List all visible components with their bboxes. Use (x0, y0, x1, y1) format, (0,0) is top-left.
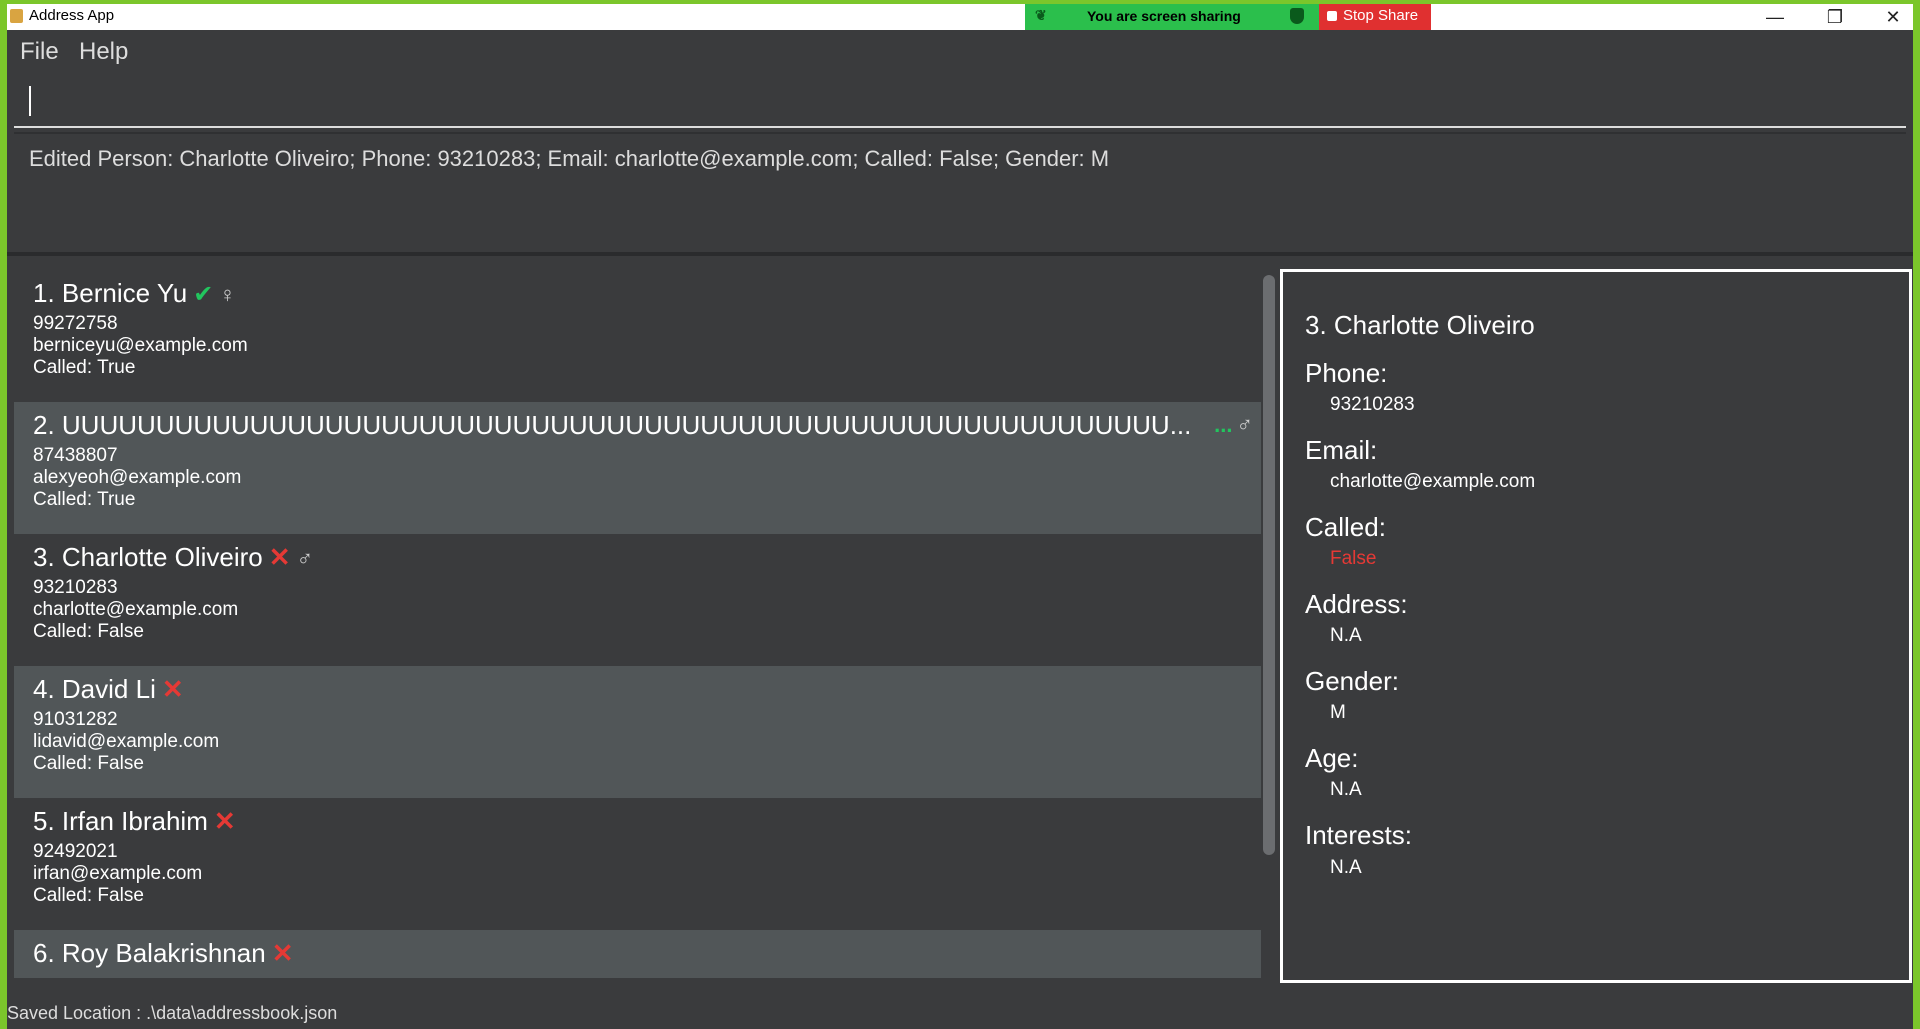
detail-gender-value: M (1330, 702, 1346, 723)
restore-icon: ❐ (1826, 7, 1844, 27)
pane-divider (7, 252, 1913, 256)
person-list[interactable]: 1. Bernice Yu ✔ ♀ 99272758 berniceyu@examp… (14, 270, 1261, 978)
not-called-cross-icon: ✕ (213, 806, 236, 836)
close-icon: ✕ (1885, 7, 1901, 27)
window-title: Address App (29, 7, 115, 24)
overflow-indicator: ... (1214, 412, 1233, 437)
detail-phone-value: 93210283 (1330, 394, 1415, 415)
screen-share-border-right (1913, 0, 1920, 1029)
stop-icon (1327, 11, 1337, 21)
person-called: Called: True (33, 357, 136, 378)
detail-called-value: False (1330, 548, 1377, 569)
male-icon: ♂ (1236, 412, 1254, 437)
person-called: Called: True (33, 489, 136, 510)
person-phone: 92492021 (33, 841, 118, 862)
person-called: Called: False (33, 621, 144, 642)
person-called: Called: False (33, 753, 144, 774)
person-email: alexyeoh@example.com (33, 467, 242, 488)
stop-share-button[interactable]: Stop Share (1319, 4, 1431, 30)
detail-interests-value: N.A (1330, 857, 1362, 878)
person-card[interactable]: 3. Charlotte Oliveiro ✕ ♂ 93210283 charlot… (14, 534, 1261, 666)
detail-title: 3. Charlotte Oliveiro (1305, 310, 1535, 340)
list-scrollbar[interactable] (1263, 275, 1275, 855)
menu-help[interactable]: Help (79, 38, 128, 66)
person-phone: 91031282 (33, 709, 118, 730)
save-location-text: Saved Location : .\data\addressbook.json (7, 1003, 338, 1023)
minimize-button[interactable]: — (1753, 4, 1797, 30)
detail-address-value: N.A (1330, 625, 1362, 646)
shield-icon (1290, 8, 1304, 24)
person-email: lidavid@example.com (33, 731, 220, 752)
detail-called-label: Called: (1305, 512, 1386, 542)
not-called-cross-icon: ✕ (271, 938, 294, 968)
screen-sharing-indicator: ❦ You are screen sharing (1025, 4, 1321, 30)
person-card[interactable]: 1. Bernice Yu ✔ ♀ 99272758 berniceyu@examp… (14, 270, 1261, 402)
person-name: 3. Charlotte Oliveiro (33, 542, 263, 572)
person-detail-panel: 3. Charlotte Oliveiro Phone: 93210283 Em… (1280, 269, 1912, 983)
text-caret (29, 86, 31, 116)
status-bar: Saved Location : .\data\addressbook.json (7, 993, 1913, 1029)
detail-age-value: N.A (1330, 779, 1362, 800)
person-phone: 87438807 (33, 445, 118, 466)
close-button[interactable]: ✕ (1871, 4, 1915, 30)
menu-bar: File Help (7, 30, 1913, 72)
detail-interests-label: Interests: (1305, 820, 1412, 850)
title-bar: Address App ❦ You are screen sharing Sto… (7, 4, 1913, 30)
person-name: 4. David Li (33, 674, 156, 704)
detail-age-label: Age: (1305, 743, 1359, 773)
person-name: 6. Roy Balakrishnan (33, 938, 266, 968)
result-text: Edited Person: Charlotte Oliveiro; Phone… (29, 146, 1110, 171)
not-called-cross-icon: ✕ (161, 674, 184, 704)
stop-share-label: Stop Share (1343, 7, 1419, 24)
restore-button[interactable]: ❐ (1813, 4, 1857, 30)
menu-file[interactable]: File (20, 38, 59, 66)
person-called: Called: False (33, 885, 144, 906)
person-name: 2. UUUUUUUUUUUUUUUUUUUUUUUUUUUUUUUUUUUUU… (33, 410, 1192, 440)
detail-email-value: charlotte@example.com (1330, 471, 1536, 492)
detail-address-label: Address: (1305, 589, 1408, 619)
detail-gender-label: Gender: (1305, 666, 1399, 696)
male-icon: ♂ (296, 546, 314, 571)
person-card[interactable]: 4. David Li ✕ 91031282 lidavid@example.co… (14, 666, 1261, 798)
person-card[interactable]: 2. UUUUUUUUUUUUUUUUUUUUUUUUUUUUUUUUUUUUU… (14, 402, 1261, 534)
minimize-icon: — (1766, 7, 1784, 27)
person-phone: 93210283 (33, 577, 118, 598)
person-card[interactable]: 5. Irfan Ibrahim ✕ 92492021 irfan@example… (14, 798, 1261, 930)
app-icon (10, 9, 23, 23)
screen-share-border-left (0, 0, 7, 1029)
person-email: berniceyu@example.com (33, 335, 248, 356)
result-display: Edited Person: Charlotte Oliveiro; Phone… (14, 132, 1906, 254)
person-email: charlotte@example.com (33, 599, 239, 620)
detail-email-label: Email: (1305, 435, 1378, 465)
person-card[interactable]: 6. Roy Balakrishnan ✕ (14, 930, 1261, 978)
detail-phone-label: Phone: (1305, 358, 1388, 388)
not-called-cross-icon: ✕ (268, 542, 291, 572)
female-icon: ♀ (219, 282, 236, 307)
person-email: irfan@example.com (33, 863, 203, 884)
screen-sharing-label: You are screen sharing (1087, 8, 1241, 24)
leaf-icon: ❦ (1035, 7, 1047, 23)
person-phone: 99272758 (33, 313, 118, 334)
person-name: 5. Irfan Ibrahim (33, 806, 208, 836)
called-check-icon: ✔ (193, 281, 214, 308)
command-input[interactable] (14, 74, 1906, 128)
person-name: 1. Bernice Yu (33, 278, 188, 308)
